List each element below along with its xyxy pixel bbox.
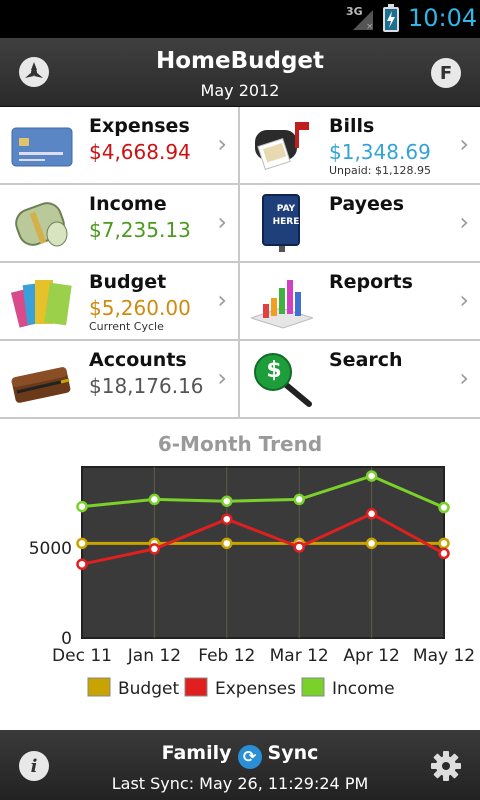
legend-label: Budget — [118, 679, 179, 699]
money-roll-icon — [15, 202, 68, 247]
app-title: HomeBudget — [155, 48, 325, 74]
status-bar: 3G × 10:04 — [0, 0, 480, 38]
folders-icon — [11, 280, 72, 328]
x-tick-label: Apr 12 — [343, 646, 399, 666]
settings-gear-icon[interactable] — [430, 750, 462, 782]
data-point-budget — [365, 537, 378, 550]
chevron-right-icon: › — [217, 130, 227, 158]
legend-swatch — [87, 677, 111, 697]
tile-expenses[interactable]: Expenses $4,668.94 › — [0, 107, 240, 185]
sync-icon: ⟳ — [237, 745, 262, 769]
last-sync-time: Last Sync: May 26, 11:29:24 PM — [111, 774, 369, 793]
data-point-expenses — [76, 558, 88, 570]
f-button[interactable]: F — [431, 58, 461, 88]
income-value: $7,235.13 — [89, 218, 191, 242]
data-point-expenses — [148, 543, 161, 555]
tile-label: Budget — [89, 271, 167, 293]
data-point-budget — [438, 537, 450, 550]
tile-reports[interactable]: Reports › — [240, 263, 480, 341]
trend-chart-panel: 6-Month Trend 0 5000 Dec 11 Jan 12 Feb 12 Mar… — [0, 419, 480, 730]
dollar-sign-text: $ — [266, 358, 282, 383]
data-point-income — [221, 495, 233, 507]
data-point-budget — [76, 537, 88, 550]
tile-label: Reports — [329, 271, 413, 293]
mailbox-icon — [255, 122, 309, 171]
chevron-right-icon: › — [459, 208, 469, 236]
bills-value: $1,348.69 — [329, 140, 431, 164]
x-tick-label: Mar 12 — [270, 646, 329, 666]
family-sync-button[interactable]: Family ⟳ Sync — [0, 742, 480, 769]
budget-value: $5,260.00 — [89, 296, 191, 320]
data-point-expenses — [221, 513, 233, 525]
signal-icon: × — [353, 10, 374, 30]
tile-label: Bills — [329, 115, 375, 137]
wallet-pen-icon — [11, 367, 71, 403]
chevron-right-icon: › — [217, 208, 227, 236]
tile-budget[interactable]: Budget $5,260.00 Current Cycle › — [0, 263, 240, 341]
charging-bolt-icon — [387, 11, 395, 28]
tile-accounts[interactable]: Accounts $18,176.16 › — [0, 341, 240, 419]
data-point-expenses — [365, 508, 378, 520]
sync-label-left: Family — [161, 742, 232, 764]
clock: 10:04 — [408, 4, 478, 32]
data-point-expenses — [438, 547, 450, 560]
tile-label: Accounts — [89, 349, 187, 371]
pay-here-text: PAY HERE — [272, 204, 300, 227]
bottom-bar: i Family ⟳ Sync Last Sync: May 26, 11:29:2… — [0, 730, 480, 800]
tile-bills[interactable]: Bills $1,348.69 Unpaid: $1,128.95 › — [240, 107, 480, 185]
month-selector[interactable]: May 2012 — [0, 81, 480, 100]
credit-card-icon — [11, 127, 73, 167]
menu-grid: Expenses $4,668.94 › Bills $1,348.69 Unp… — [0, 107, 480, 419]
x-tick-label: Jan 12 — [127, 646, 181, 666]
tile-search[interactable]: $ Search › — [240, 341, 480, 419]
data-point-income — [438, 501, 450, 514]
battery-icon — [383, 4, 399, 32]
expenses-value: $4,668.94 — [89, 140, 191, 164]
bar-chart-icon — [251, 280, 313, 329]
bills-unpaid: Unpaid: $1,128.95 — [329, 164, 431, 177]
sync-label-right: Sync — [267, 742, 319, 764]
chevron-right-icon: › — [459, 130, 469, 158]
app-header: HomeBudget May 2012 F — [0, 38, 480, 107]
tile-label: Payees — [329, 193, 405, 215]
y-tick-label: 5000 — [29, 539, 72, 559]
data-point-income — [365, 470, 378, 482]
accounts-value: $18,176.16 — [89, 374, 204, 398]
data-point-expenses — [293, 541, 305, 553]
tile-income[interactable]: Income $7,235.13 › — [0, 185, 240, 263]
legend-label: Income — [332, 679, 395, 699]
tile-label: Search — [329, 349, 403, 371]
chevron-right-icon: › — [459, 286, 469, 314]
chevron-right-icon: › — [459, 364, 469, 392]
chevron-right-icon: › — [217, 286, 227, 314]
tile-label: Expenses — [89, 115, 190, 137]
legend-label: Expenses — [215, 679, 296, 699]
svg-text:×: × — [366, 22, 374, 30]
budget-cycle: Current Cycle — [89, 320, 164, 333]
legend-swatch — [184, 677, 208, 697]
tile-label: Income — [89, 193, 167, 215]
data-point-income — [293, 493, 305, 506]
trend-chart: 05000Dec 11 Jan 12 Feb 12 Mar 12 Apr 12 May 1… — [29, 466, 475, 699]
data-point-budget — [221, 537, 233, 550]
data-point-income — [148, 493, 161, 506]
chevron-right-icon: › — [217, 364, 227, 392]
x-tick-label: Feb 12 — [198, 646, 255, 666]
legend-swatch — [301, 677, 325, 697]
x-tick-label: May 12 — [413, 646, 475, 666]
data-point-income — [76, 500, 88, 513]
tile-payees[interactable]: PAY HERE Payees › — [240, 185, 480, 263]
x-tick-label: Dec 11 — [52, 646, 112, 666]
